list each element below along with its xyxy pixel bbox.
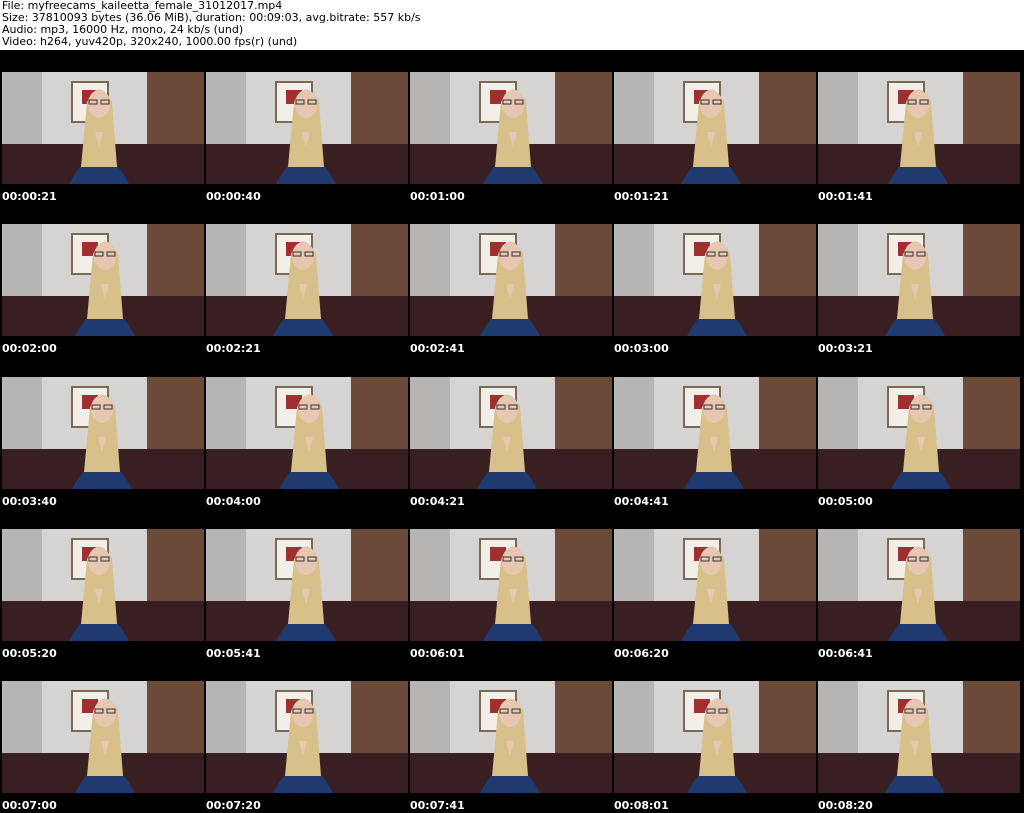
thumbnail-frame: 00:02:41 xyxy=(408,204,612,356)
video-still-image xyxy=(206,377,408,489)
timestamp-label: 00:03:21 xyxy=(818,342,873,355)
thumbnail-frame: 00:05:00 xyxy=(816,357,1020,509)
thumbnail-frame: 00:05:20 xyxy=(0,509,204,661)
video-still-image xyxy=(2,72,204,184)
thumbnail-frame: 00:00:21 xyxy=(0,52,204,204)
thumbnail-frame: 00:06:41 xyxy=(816,509,1020,661)
timestamp-label: 00:06:41 xyxy=(818,647,873,660)
thumbnail-frame: 00:04:41 xyxy=(612,357,816,509)
timestamp-label: 00:02:21 xyxy=(206,342,261,355)
thumbnail-frame: 00:08:01 xyxy=(612,661,816,813)
timestamp-label: 00:06:20 xyxy=(614,647,669,660)
timestamp-label: 00:05:20 xyxy=(2,647,57,660)
video-still-image xyxy=(2,681,204,793)
timestamp-label: 00:05:41 xyxy=(206,647,261,660)
thumbnail-frame: 00:03:21 xyxy=(816,204,1020,356)
thumbnail-frame: 00:06:20 xyxy=(612,509,816,661)
timestamp-label: 00:04:41 xyxy=(614,495,669,508)
timestamp-label: 00:07:41 xyxy=(410,799,465,812)
video-still-image xyxy=(818,681,1020,793)
video-still-image xyxy=(206,72,408,184)
video-still-image xyxy=(614,377,816,489)
thumbnail-frame: 00:06:01 xyxy=(408,509,612,661)
video-still-image xyxy=(410,529,612,641)
thumbnail-frame: 00:01:41 xyxy=(816,52,1020,204)
thumbnail-frame: 00:02:21 xyxy=(204,204,408,356)
timestamp-label: 00:04:21 xyxy=(410,495,465,508)
thumbnail-frame: 00:01:21 xyxy=(612,52,816,204)
timestamp-label: 00:03:40 xyxy=(2,495,57,508)
video-still-image xyxy=(818,529,1020,641)
video-still-image xyxy=(410,224,612,336)
video-still-image xyxy=(2,529,204,641)
thumbnail-frame: 00:07:20 xyxy=(204,661,408,813)
timestamp-label: 00:01:21 xyxy=(614,190,669,203)
video-still-image xyxy=(614,224,816,336)
video-still-image xyxy=(818,72,1020,184)
timestamp-label: 00:08:20 xyxy=(818,799,873,812)
video-still-image xyxy=(410,377,612,489)
timestamp-label: 00:03:00 xyxy=(614,342,669,355)
thumbnail-frame: 00:03:40 xyxy=(0,357,204,509)
timestamp-label: 00:07:20 xyxy=(206,799,261,812)
thumbnail-frame: 00:05:41 xyxy=(204,509,408,661)
thumbnail-frame: 00:04:00 xyxy=(204,357,408,509)
timestamp-label: 00:08:01 xyxy=(614,799,669,812)
video-still-image xyxy=(2,224,204,336)
thumbnail-frame: 00:03:00 xyxy=(612,204,816,356)
thumbnail-grid: 00:00:21 00:00:40 00:01:00 00:01:21 00:01:41… xyxy=(0,0,1024,813)
timestamp-label: 00:00:21 xyxy=(2,190,57,203)
video-still-image xyxy=(818,224,1020,336)
video-still-image xyxy=(410,72,612,184)
thumbnail-frame: 00:07:00 xyxy=(0,661,204,813)
video-still-image xyxy=(206,224,408,336)
video-still-image xyxy=(818,377,1020,489)
timestamp-label: 00:01:00 xyxy=(410,190,465,203)
video-still-image xyxy=(614,529,816,641)
video-still-image xyxy=(206,681,408,793)
video-still-image xyxy=(2,377,204,489)
timestamp-label: 00:01:41 xyxy=(818,190,873,203)
timestamp-label: 00:04:00 xyxy=(206,495,261,508)
timestamp-label: 00:06:01 xyxy=(410,647,465,660)
thumbnail-frame: 00:04:21 xyxy=(408,357,612,509)
video-still-image xyxy=(410,681,612,793)
thumbnail-frame: 00:07:41 xyxy=(408,661,612,813)
timestamp-label: 00:02:00 xyxy=(2,342,57,355)
video-still-image xyxy=(614,681,816,793)
thumbnail-frame: 00:01:00 xyxy=(408,52,612,204)
thumbnail-frame: 00:02:00 xyxy=(0,204,204,356)
timestamp-label: 00:00:40 xyxy=(206,190,261,203)
thumbnail-frame: 00:08:20 xyxy=(816,661,1020,813)
thumbnail-frame: 00:00:40 xyxy=(204,52,408,204)
timestamp-label: 00:05:00 xyxy=(818,495,873,508)
video-still-image xyxy=(614,72,816,184)
timestamp-label: 00:02:41 xyxy=(410,342,465,355)
timestamp-label: 00:07:00 xyxy=(2,799,57,812)
video-still-image xyxy=(206,529,408,641)
